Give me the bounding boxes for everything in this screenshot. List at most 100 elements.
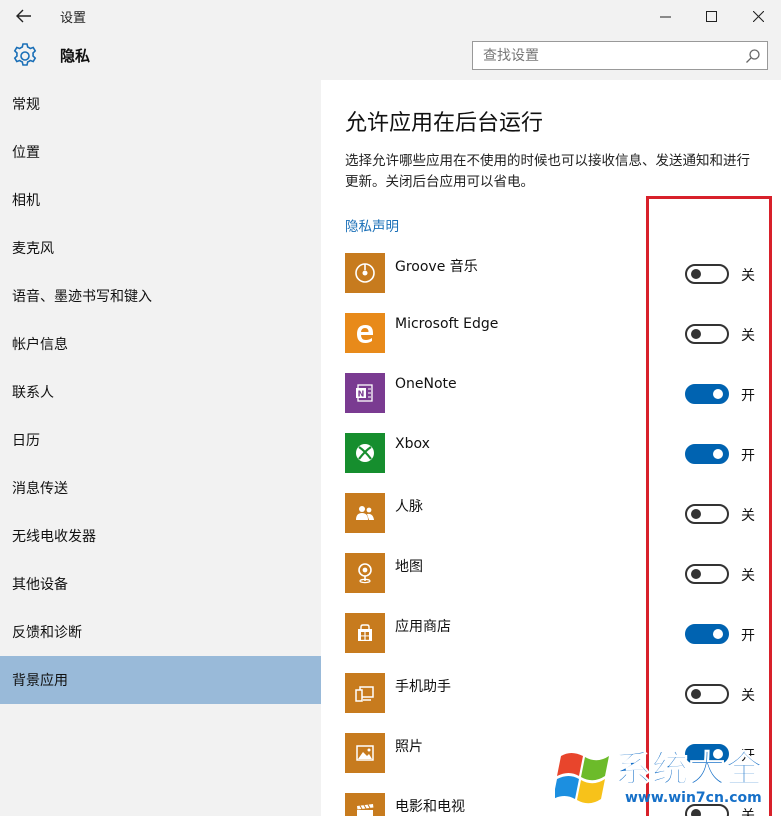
toggle-knob — [691, 689, 701, 699]
app-row: 手机助手关 — [345, 673, 765, 715]
sidebar-item[interactable]: 帐户信息 — [0, 320, 321, 368]
app-tile — [345, 613, 385, 653]
sidebar-item-label: 反馈和诊断 — [12, 625, 82, 641]
section-title: 允许应用在后台运行 — [345, 111, 544, 136]
sidebar-item[interactable]: 其他设备 — [0, 560, 321, 608]
gear-icon — [13, 43, 37, 66]
app-row: Groove 音乐关 — [345, 253, 765, 295]
page-title: 隐私 — [60, 47, 91, 65]
sidebar-item-label: 相机 — [12, 193, 40, 209]
sidebar-item[interactable]: 日历 — [0, 416, 321, 464]
toggle-knob — [713, 389, 723, 399]
app-name: Xbox — [395, 436, 430, 452]
app-name: 人脉 — [395, 499, 423, 515]
app-row: Microsoft Edge 关 — [345, 313, 765, 355]
sidebar-item-label: 联系人 — [12, 385, 54, 401]
sidebar-item-label: 位置 — [12, 145, 40, 161]
background-toggle-switch[interactable] — [685, 384, 729, 404]
close-icon — [752, 10, 764, 22]
privacy-statement-link[interactable]: 隐私声明 — [345, 215, 399, 235]
app-row: Xbox 开 — [345, 433, 765, 475]
page-header: 隐私 — [0, 32, 781, 80]
search-icon[interactable] — [745, 48, 761, 64]
watermark-url: www.win7cn.com — [625, 790, 762, 806]
toggle-state-label: 关 — [741, 268, 755, 284]
sidebar-item-label: 无线电收发器 — [12, 529, 96, 545]
search-input[interactable] — [473, 42, 733, 69]
sidebar-item-label: 背景应用 — [12, 673, 68, 689]
background-toggle-switch[interactable] — [685, 264, 729, 284]
background-toggle-switch[interactable] — [685, 444, 729, 464]
app-tile — [345, 313, 385, 353]
app-name: 地图 — [395, 559, 423, 575]
windows-flag-icon — [555, 753, 609, 804]
edge-icon — [357, 325, 373, 343]
app-tile — [345, 493, 385, 533]
app-name: 手机助手 — [395, 679, 451, 695]
people-icon — [356, 506, 374, 520]
back-arrow-icon — [16, 9, 31, 23]
sidebar-item-label: 帐户信息 — [12, 337, 68, 353]
maximize-button[interactable] — [688, 0, 734, 32]
toggle-knob — [691, 269, 701, 279]
sidebar-item-label: 其他设备 — [12, 577, 68, 593]
toggle-state-label: 关 — [741, 508, 755, 524]
background-toggle-switch[interactable] — [685, 684, 729, 704]
section-description: 选择允许哪些应用在不使用的时候也可以接收信息、发送通知和进行更新。关闭后台应用可… — [345, 153, 750, 190]
background-toggle-switch[interactable] — [685, 504, 729, 524]
search-box[interactable] — [472, 41, 768, 70]
sidebar-item[interactable]: 反馈和诊断 — [0, 608, 321, 656]
app-row: 应用商店开 — [345, 613, 765, 655]
svg-text:N: N — [358, 390, 365, 399]
sidebar-item[interactable]: 消息传送 — [0, 464, 321, 512]
window-title: 设置 — [60, 11, 87, 26]
sidebar-item[interactable]: 相机 — [0, 176, 321, 224]
minimize-button[interactable] — [642, 0, 688, 32]
maximize-icon — [705, 10, 717, 22]
sidebar-item-label: 消息传送 — [12, 481, 68, 497]
toggle-knob — [713, 629, 723, 639]
app-tile: N — [345, 373, 385, 413]
store-icon — [358, 624, 372, 641]
app-tile — [345, 253, 385, 293]
app-row: 人脉关 — [345, 493, 765, 535]
minimize-icon — [659, 16, 671, 17]
background-toggle-switch[interactable] — [685, 324, 729, 344]
sidebar-item[interactable]: 背景应用 — [0, 656, 321, 704]
toggle-state-label: 开 — [741, 628, 755, 644]
app-name: Groove 音乐 — [395, 259, 478, 275]
background-toggle-switch[interactable] — [685, 564, 729, 584]
sidebar-item[interactable]: 麦克风 — [0, 224, 321, 272]
back-button[interactable] — [6, 2, 42, 30]
app-name: 应用商店 — [395, 619, 451, 635]
watermark: 系统大全 www.win7cn.com — [555, 738, 781, 816]
sidebar-item[interactable]: 常规 — [0, 80, 321, 128]
sidebar-item-label: 常规 — [12, 97, 40, 113]
app-row: N OneNote 开 — [345, 373, 765, 415]
app-name: OneNote — [395, 376, 457, 392]
sidebar-item[interactable]: 联系人 — [0, 368, 321, 416]
toggle-state-label: 开 — [741, 388, 755, 404]
sidebar-item[interactable]: 无线电收发器 — [0, 512, 321, 560]
close-button[interactable] — [735, 0, 781, 32]
sidebar-item[interactable]: 语音、墨迹书写和键入 — [0, 272, 321, 320]
main-content: 允许应用在后台运行 选择允许哪些应用在不使用的时候也可以接收信息、发送通知和进行… — [321, 80, 781, 816]
app-name: 照片 — [395, 739, 423, 755]
app-row: 地图关 — [345, 553, 765, 595]
app-tile — [345, 733, 385, 773]
sidebar-item-label: 麦克风 — [12, 241, 54, 257]
app-tile — [345, 793, 385, 816]
onenote-icon: N — [356, 384, 373, 402]
toggle-knob — [691, 509, 701, 519]
sidebar-item[interactable]: 位置 — [0, 128, 321, 176]
background-toggle-switch[interactable] — [685, 624, 729, 644]
sidebar-item-label: 日历 — [12, 433, 40, 449]
movies-icon — [357, 804, 374, 816]
xbox-icon — [356, 444, 374, 462]
toggle-knob — [691, 329, 701, 339]
map-pin-icon — [358, 563, 372, 584]
phone-companion-icon — [355, 686, 374, 702]
toggle-knob — [691, 569, 701, 579]
sidebar-item-label: 语音、墨迹书写和键入 — [12, 289, 152, 305]
music-disc-icon — [355, 263, 375, 283]
